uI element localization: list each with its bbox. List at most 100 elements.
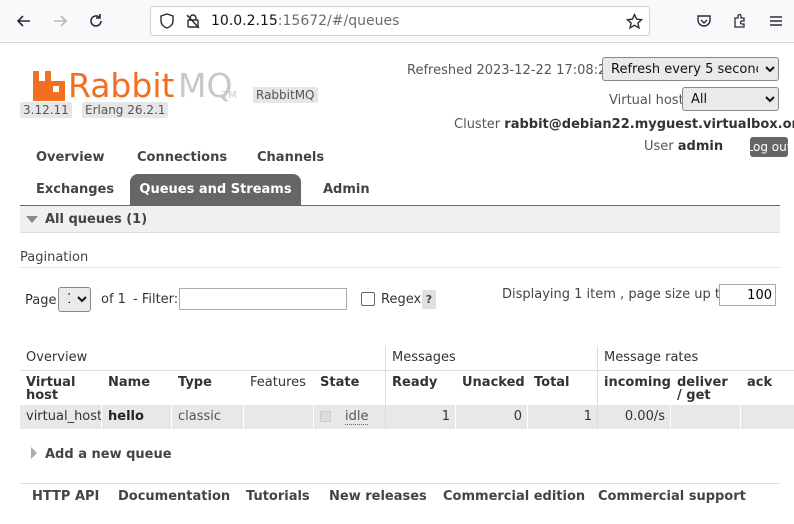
back-icon[interactable] — [12, 9, 36, 33]
group-message-rates: Message rates — [598, 346, 794, 371]
col-separator — [527, 372, 528, 429]
rabbitmq-logo[interactable]: Rabbit MQ TM — [30, 65, 240, 105]
pagination-divider — [20, 267, 780, 268]
tab-exchanges[interactable]: Exchanges — [36, 182, 114, 197]
group-separator — [597, 346, 598, 429]
state-label: idle — [345, 409, 369, 425]
vhost-label: Virtual host — [609, 93, 684, 108]
tab-channels[interactable]: Channels — [257, 150, 324, 165]
svg-text:Rabbit: Rabbit — [68, 66, 174, 105]
user-name: admin — [677, 139, 724, 154]
tab-queues-and-streams[interactable]: Queues and Streams — [130, 174, 301, 205]
col-name[interactable]: Name — [102, 372, 172, 405]
page-dropdown[interactable]: 1 — [58, 287, 91, 312]
url-text: 10.0.2.15:15672/#/queues — [211, 13, 399, 29]
regex-checkbox[interactable] — [361, 292, 375, 306]
cluster-label: Cluster — [454, 117, 501, 132]
cell-vhost: virtual_host — [20, 405, 102, 429]
refreshed-label: Refreshed 2023-12-22 17:08:20 — [407, 63, 615, 78]
col-type[interactable]: Type — [172, 372, 244, 405]
bookmark-star-icon[interactable] — [625, 12, 644, 34]
cell-features — [244, 405, 314, 429]
url-host: 10.0.2.15 — [211, 13, 278, 29]
cell-name-link[interactable]: hello — [102, 405, 172, 429]
col-separator — [740, 372, 741, 429]
col-ack[interactable]: ack — [741, 372, 794, 405]
menu-icon[interactable] — [764, 9, 788, 33]
page-select[interactable]: 1 — [58, 287, 91, 312]
forward-icon[interactable] — [48, 9, 72, 33]
browser-toolbar: 10.0.2.15:15672/#/queues — [0, 0, 794, 43]
reload-icon[interactable] — [84, 9, 108, 33]
footer-link-commercial-support[interactable]: Commercial support — [598, 489, 746, 504]
regex-help-button[interactable]: ? — [422, 290, 436, 309]
insecure-lock-icon[interactable] — [185, 13, 201, 33]
col-state[interactable]: State — [314, 372, 386, 405]
group-separator — [385, 346, 386, 429]
erlang-badge: Erlang 26.2.1 — [82, 102, 169, 118]
tab-queues-label: Queues and Streams — [139, 182, 292, 197]
page-count: of 1 — [101, 292, 126, 307]
vhost-dropdown[interactable]: All — [682, 87, 779, 111]
footer-link-documentation[interactable]: Documentation — [118, 489, 230, 504]
group-overview: Overview — [20, 346, 386, 371]
logout-button[interactable]: Log out — [747, 137, 791, 157]
cell-total: 1 — [528, 405, 598, 429]
filter-input[interactable] — [179, 288, 347, 310]
col-separator — [243, 372, 244, 429]
user-info: User admin — [644, 139, 723, 154]
svg-text:TM: TM — [221, 90, 237, 101]
cell-ready: 1 — [386, 405, 456, 429]
cell-state: idle — [314, 405, 386, 429]
state-indicator-icon — [320, 411, 331, 422]
col-virtual-host[interactable]: Virtual host — [20, 372, 102, 405]
address-bar[interactable]: 10.0.2.15:15672/#/queues — [150, 6, 650, 36]
vhost-select[interactable]: All — [682, 87, 779, 111]
cluster-name: rabbit@debian22.myguest.virtualbox.org — [504, 117, 794, 132]
cell-type: classic — [172, 405, 244, 429]
product-badge: RabbitMQ — [253, 87, 318, 103]
col-unacked[interactable]: Unacked — [456, 372, 528, 405]
footer-link-new-releases[interactable]: New releases — [329, 489, 427, 504]
add-queue-label: Add a new queue — [45, 447, 172, 462]
tab-overview[interactable]: Overview — [36, 150, 105, 165]
pocket-icon[interactable] — [692, 9, 716, 33]
version-badge: 3.12.11 — [20, 102, 72, 118]
cell-incoming: 0.00/s — [598, 405, 671, 429]
shield-icon[interactable] — [159, 13, 175, 33]
regex-label: Regex — [381, 292, 422, 307]
cluster-info: Cluster rabbit@debian22.myguest.virtualb… — [454, 117, 794, 132]
collapse-triangle-icon — [26, 216, 38, 223]
cell-unacked: 0 — [456, 405, 528, 429]
refresh-dropdown[interactable]: Refresh every 5 seconds — [602, 57, 779, 81]
page-label: Page — [25, 293, 57, 308]
footer-link-commercial-edition[interactable]: Commercial edition — [443, 489, 585, 504]
add-queue-toggle[interactable]: Add a new queue — [20, 444, 320, 464]
user-label: User — [644, 139, 674, 154]
extensions-icon[interactable] — [728, 9, 752, 33]
tab-connections[interactable]: Connections — [137, 150, 227, 165]
col-separator — [670, 372, 671, 429]
displaying-label: Displaying 1 item , page size up to: — [502, 287, 733, 302]
footer-link-http-api[interactable]: HTTP API — [32, 489, 99, 504]
col-total[interactable]: Total — [528, 372, 598, 405]
col-separator — [171, 372, 172, 429]
footer-divider — [20, 483, 780, 484]
all-queues-section-header[interactable]: All queues (1) — [20, 206, 780, 233]
col-ready[interactable]: Ready — [386, 372, 456, 405]
col-separator — [101, 372, 102, 429]
table-row[interactable]: virtual_host hello classic idle 1 0 1 0.… — [20, 405, 794, 429]
page-size-input[interactable] — [719, 284, 776, 306]
footer-link-tutorials[interactable]: Tutorials — [246, 489, 310, 504]
col-separator — [455, 372, 456, 429]
col-deliver-get[interactable]: deliver / get — [671, 372, 741, 405]
pagination-label: Pagination — [20, 250, 89, 265]
url-path: :15672/#/queues — [277, 13, 400, 29]
col-separator — [313, 372, 314, 429]
col-features: Features — [250, 375, 306, 390]
tab-admin[interactable]: Admin — [323, 182, 370, 197]
refresh-select[interactable]: Refresh every 5 seconds — [602, 57, 779, 81]
group-messages: Messages — [386, 346, 598, 371]
col-incoming[interactable]: incoming — [598, 372, 671, 405]
cell-ack — [741, 405, 794, 429]
